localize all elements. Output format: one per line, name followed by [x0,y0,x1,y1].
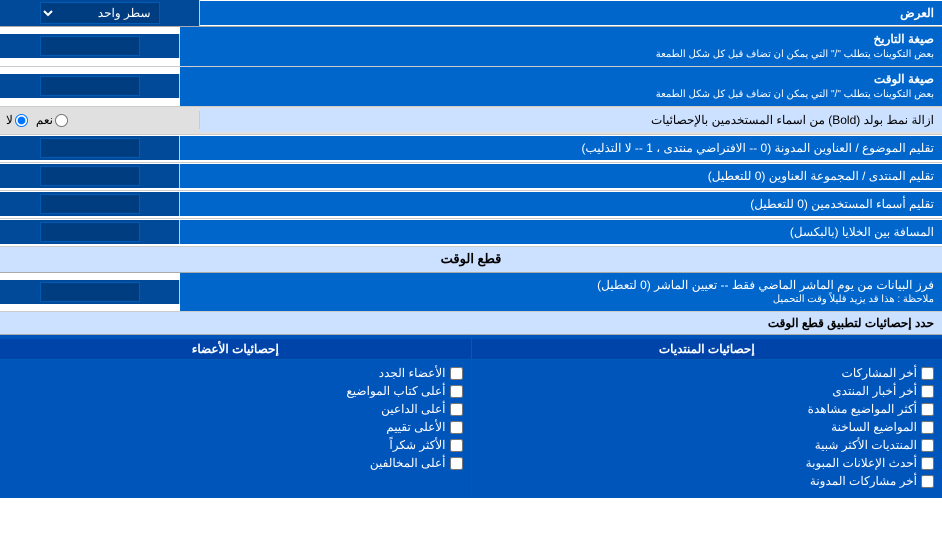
bold-no-radio[interactable] [15,114,28,127]
bold-yes-label[interactable]: نعم [36,113,68,127]
checkboxes-grid: إحصائيات المنتديات أخر المشاركات أخر أخب… [0,335,942,498]
cb-posts[interactable] [921,367,934,380]
list-item: أحدث الإعلانات المبوبة [480,454,935,472]
list-item: المواضيع الساخنة [480,418,935,436]
cb-posts-noted[interactable] [921,475,934,488]
time-format-row: صيغة الوقت بعض التكوينات يتطلب "/" التي … [0,67,942,107]
cutoff-row: فرز البيانات من يوم الماشر الماضي فقط --… [0,273,942,313]
cutoff-section-header: قطع الوقت [0,247,942,273]
list-item: الأعضاء الجدد [8,364,463,382]
topic-trim-row: تقليم الموضوع / العناوين المدونة (0 -- ا… [0,135,942,163]
cb-top-online[interactable] [450,403,463,416]
col2-header: إحصائيات الأعضاء [0,339,471,360]
username-trim-input-cell[interactable]: 0 [0,192,180,216]
cb-forum-news[interactable] [921,385,934,398]
cb-hot-topics[interactable] [921,421,934,434]
list-item: أعلى الداعين [8,400,463,418]
col1-header: إحصائيات المنتديات [472,339,942,360]
col1-checkboxes: أخر المشاركات أخر أخبار المنتدى أكثر الم… [472,360,942,494]
date-format-input-cell[interactable]: d-m [0,34,180,58]
cb-top-mods[interactable] [450,457,463,470]
forum-trim-label: تقليم المنتدى / المجموعة العناوين (0 للت… [180,164,942,189]
bold-remove-label: ازالة نمط بولد (Bold) من اسماء المستخدمي… [200,108,942,133]
list-item: أكثر المواضيع مشاهدة [480,400,935,418]
date-format-label: صيغة التاريخ بعض التكوينات يتطلب "/" الت… [180,27,942,66]
list-item: أعلى المخالفين [8,454,463,472]
topic-trim-label: تقليم الموضوع / العناوين المدونة (0 -- ا… [180,136,942,161]
username-trim-input[interactable]: 0 [40,194,140,214]
display-select-cell[interactable]: سطر واحد [0,0,200,26]
cell-spacing-input-cell[interactable]: 2 [0,220,180,244]
list-item: المنتديات الأكثر شبية [480,436,935,454]
cb-most-thanks[interactable] [450,439,463,452]
bold-no-label[interactable]: لا [6,113,28,127]
bold-radio-cell: نعم لا [0,111,200,129]
page-title: العرض [200,1,942,26]
time-format-input-cell[interactable]: H:i [0,74,180,98]
username-trim-row: تقليم أسماء المستخدمين (0 للتعطيل) 0 [0,191,942,219]
display-dropdown[interactable]: سطر واحد [40,2,160,24]
bold-yes-radio[interactable] [55,114,68,127]
list-item: أخر مشاركات المدونة [480,472,935,490]
cutoff-label: فرز البيانات من يوم الماشر الماضي فقط --… [180,273,942,312]
bold-remove-row: ازالة نمط بولد (Bold) من اسماء المستخدمي… [0,107,942,135]
list-item: أخر أخبار المنتدى [480,382,935,400]
list-item: الأعلى تقييم [8,418,463,436]
topic-trim-input[interactable]: 33 [40,138,140,158]
list-item: أعلى كتاب المواضيع [8,382,463,400]
cutoff-input-cell[interactable]: 0 [0,280,180,304]
time-format-label: صيغة الوقت بعض التكوينات يتطلب "/" التي … [180,67,942,106]
topic-trim-input-cell[interactable]: 33 [0,136,180,160]
time-format-input[interactable]: H:i [40,76,140,96]
forum-trim-row: تقليم المنتدى / المجموعة العناوين (0 للت… [0,163,942,191]
cutoff-input[interactable]: 0 [40,282,140,302]
cb-new-members[interactable] [450,367,463,380]
cell-spacing-input[interactable]: 2 [40,222,140,242]
cell-spacing-row: المسافة بين الخلايا (بالبكسل) 2 [0,219,942,247]
col2-checkboxes: الأعضاء الجدد أعلى كتاب المواضيع أعلى ال… [0,360,471,476]
cb-top-rated[interactable] [450,421,463,434]
bold-radio-group: نعم لا [6,113,68,127]
list-item: الأكثر شكراً [8,436,463,454]
forum-trim-input-cell[interactable]: 33 [0,164,180,188]
date-format-input[interactable]: d-m [40,36,140,56]
cb-ads[interactable] [921,457,934,470]
cb-most-viewed[interactable] [921,403,934,416]
list-item: أخر المشاركات [480,364,935,382]
username-trim-label: تقليم أسماء المستخدمين (0 للتعطيل) [180,192,942,217]
cell-spacing-label: المسافة بين الخلايا (بالبكسل) [180,220,942,245]
cb-top-posters[interactable] [450,385,463,398]
cb-similar[interactable] [921,439,934,452]
date-format-row: صيغة التاريخ بعض التكوينات يتطلب "/" الت… [0,27,942,67]
forum-trim-input[interactable]: 33 [40,166,140,186]
checkboxes-section-header: حدد إحصائيات لتطبيق قطع الوقت [0,312,942,334]
